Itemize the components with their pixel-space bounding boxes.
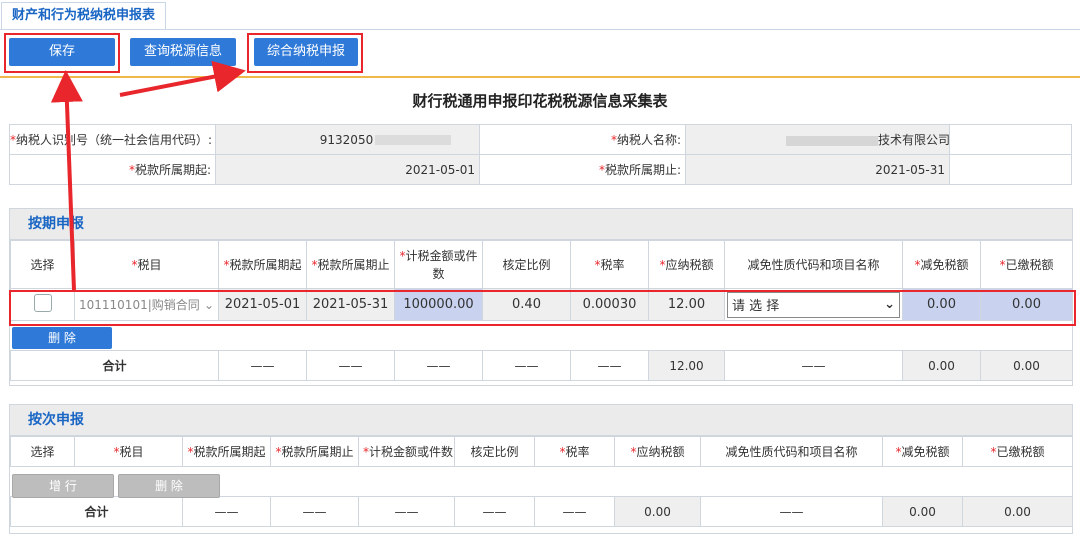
col-relief: 减免税额: [920, 258, 969, 272]
combined-declaration-highlight: [247, 33, 363, 73]
col-ratio: 核定比例: [454, 436, 535, 467]
total-dash: ——: [724, 350, 903, 381]
total-payable: 0.00: [614, 496, 701, 527]
redacted-block: [375, 135, 452, 145]
taxpayer-name-label: 纳税人名称:: [616, 133, 681, 147]
delete-row-button[interactable]: 删 除: [118, 474, 220, 498]
total-row: 合计 —— —— —— —— —— 0.00 —— 0.00 0.00: [10, 496, 1073, 527]
total-paid: 0.00: [962, 496, 1073, 527]
per-time-section-title: 按次申报: [10, 405, 1072, 436]
row-highlight: [9, 290, 1076, 326]
col-payable: 应纳税额: [665, 258, 714, 272]
query-tax-source-button[interactable]: 查询税源信息: [130, 38, 236, 66]
total-dash: ——: [700, 496, 883, 527]
taxpayer-name-suffix: 技术有限公司: [878, 133, 950, 147]
col-paid: 已缴税额: [1005, 258, 1054, 272]
period-end-value: 2021-05-31: [685, 154, 950, 185]
redacted-block: [786, 135, 878, 146]
total-relief: 0.00: [902, 350, 981, 381]
tab-property-tax-declaration[interactable]: 财产和行为税纳税申报表: [1, 2, 167, 29]
col-select: 选择: [10, 240, 75, 289]
col-payable: 应纳税额: [636, 445, 685, 459]
total-dash: ——: [482, 350, 571, 381]
total-relief: 0.00: [882, 496, 963, 527]
delete-button[interactable]: 删 除: [12, 327, 112, 349]
col-tax-item: 税目: [137, 258, 162, 272]
period-end-label: 税款所属期止:: [604, 163, 681, 177]
total-paid: 0.00: [980, 350, 1073, 381]
col-relief-code: 减免性质代码和项目名称: [700, 436, 883, 467]
total-dash: ——: [306, 350, 395, 381]
period-start-value: 2021-05-01: [215, 154, 480, 185]
taxpayer-id-value: 9132050: [319, 132, 374, 147]
col-taxable-amount: 计税金额或件数: [405, 248, 478, 281]
col-rate: 税率: [565, 445, 590, 459]
total-row: 合计 —— —— —— —— —— 12.00 —— 0.00 0.00: [10, 350, 1073, 381]
total-dash: ——: [394, 350, 483, 381]
add-row-button[interactable]: 增 行: [12, 474, 114, 498]
total-dash: ——: [358, 496, 455, 527]
total-dash: ——: [218, 350, 307, 381]
periodic-section-title: 按期申报: [10, 209, 1072, 240]
page-title: 财行税通用申报印花税税源信息采集表: [412, 92, 668, 110]
total-dash: ——: [570, 350, 649, 381]
col-period-start: 税款所属期起: [229, 258, 302, 272]
per-time-declaration-section: 按次申报 选择 *税目 *税款所属期起 *税款所属期止 *计税金额或件数 核定比…: [9, 404, 1073, 534]
period-start-label: 税款所属期起:: [134, 163, 211, 177]
taxpayer-id-label: 纳税人识别号（统一社会信用代码）:: [16, 133, 213, 147]
total-dash: ——: [182, 496, 271, 527]
col-ratio: 核定比例: [482, 240, 571, 289]
col-relief: 减免税额: [901, 445, 950, 459]
tab-bar: 财产和行为税纳税申报表: [0, 0, 1080, 30]
total-payable: 12.00: [648, 350, 725, 381]
col-period-end: 税款所属期止: [281, 445, 354, 459]
total-label: 合计: [10, 350, 219, 381]
col-period-start: 税款所属期起: [193, 445, 266, 459]
col-tax-item: 税目: [119, 445, 144, 459]
col-period-end: 税款所属期止: [317, 258, 390, 272]
total-label: 合计: [10, 496, 183, 527]
save-highlight: [4, 33, 120, 73]
total-dash: ——: [534, 496, 615, 527]
col-rate: 税率: [600, 258, 625, 272]
col-paid: 已缴税额: [996, 445, 1045, 459]
col-relief-code: 减免性质代码和项目名称: [724, 240, 903, 289]
taxpayer-info-table: *纳税人识别号（统一社会信用代码）: 9132050 *纳税人名称: 技术有限公…: [9, 124, 1072, 185]
col-select: 选择: [10, 436, 75, 467]
total-dash: ——: [270, 496, 359, 527]
col-taxable-amount: 计税金额或件数: [369, 445, 454, 459]
total-dash: ——: [454, 496, 535, 527]
